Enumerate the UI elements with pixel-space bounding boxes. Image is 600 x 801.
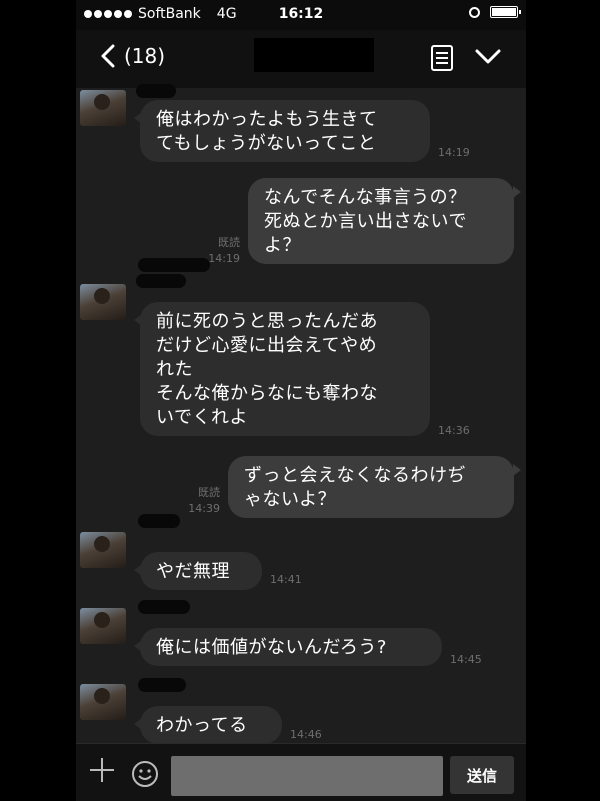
chat-header: (18) — [76, 30, 526, 88]
battery-icon — [490, 6, 521, 18]
redacted-sender-name — [138, 258, 210, 272]
message-time: 14:36 — [438, 424, 470, 437]
back-button[interactable]: (18) — [100, 44, 165, 68]
avatar[interactable] — [80, 684, 126, 720]
send-button[interactable]: 送信 — [450, 756, 514, 794]
avatar[interactable] — [80, 284, 126, 320]
chat-screen: SoftBank 4G 16:12 (18) 俺はわかったよもう生きて てもしょ… — [76, 0, 526, 801]
read-receipt: 既読 — [198, 486, 220, 499]
back-chevron-icon — [101, 44, 115, 68]
message-bubble-incoming: 俺はわかったよもう生きて てもしょうがないってこと — [134, 100, 430, 162]
redacted-sender-name — [138, 678, 186, 692]
redacted-sender-name — [136, 274, 186, 288]
clock: 16:12 — [278, 6, 324, 22]
message-bubble-incoming: やだ無理 — [134, 552, 262, 590]
message-list[interactable]: 俺はわかったよもう生きて てもしょうがないってこと 14:19 既読 14:19… — [76, 84, 526, 744]
plus-icon[interactable] — [88, 756, 116, 784]
redacted-sender-name — [136, 84, 176, 98]
unread-count: (18) — [124, 44, 166, 68]
message-input[interactable] — [171, 756, 443, 796]
message-time: 14:45 — [450, 653, 482, 666]
message-bubble-outgoing: なんでそんな事言うの？ 死ぬとか言い出さないで よ？ — [248, 178, 521, 264]
redacted-chat-title — [254, 38, 374, 72]
message-bubble-outgoing: ずっと会えなくなるわけぢ ゃないよ？ — [228, 456, 521, 518]
message-bubble-incoming: 俺には価値がないんだろう? — [134, 628, 442, 666]
notes-button[interactable] — [430, 44, 454, 76]
rotation-lock-icon — [469, 6, 480, 18]
avatar[interactable] — [80, 608, 126, 644]
avatar[interactable] — [80, 90, 126, 126]
list-icon — [431, 45, 453, 71]
message-time: 14:19 — [438, 146, 470, 159]
read-receipt: 既読 — [218, 236, 240, 249]
message-bubble-incoming: 前に死のうと思ったんだあ だけど心愛に出会えてやめ れた そんな俺からなにも奪わ… — [134, 302, 430, 436]
message-bubble-incoming: わかってる — [134, 706, 282, 744]
message-time: 14:39 — [188, 502, 220, 515]
smile-icon[interactable] — [131, 760, 159, 788]
avatar[interactable] — [80, 532, 126, 568]
message-time: 14:41 — [270, 573, 302, 586]
message-input-bar: 送信 — [76, 743, 526, 801]
message-time: 14:46 — [290, 728, 322, 741]
chevron-down-icon — [475, 49, 501, 64]
redacted-sender-name — [138, 600, 190, 614]
status-bar: SoftBank 4G 16:12 — [76, 0, 526, 30]
menu-toggle-button[interactable] — [474, 48, 502, 70]
redacted-sender-name — [138, 514, 180, 528]
